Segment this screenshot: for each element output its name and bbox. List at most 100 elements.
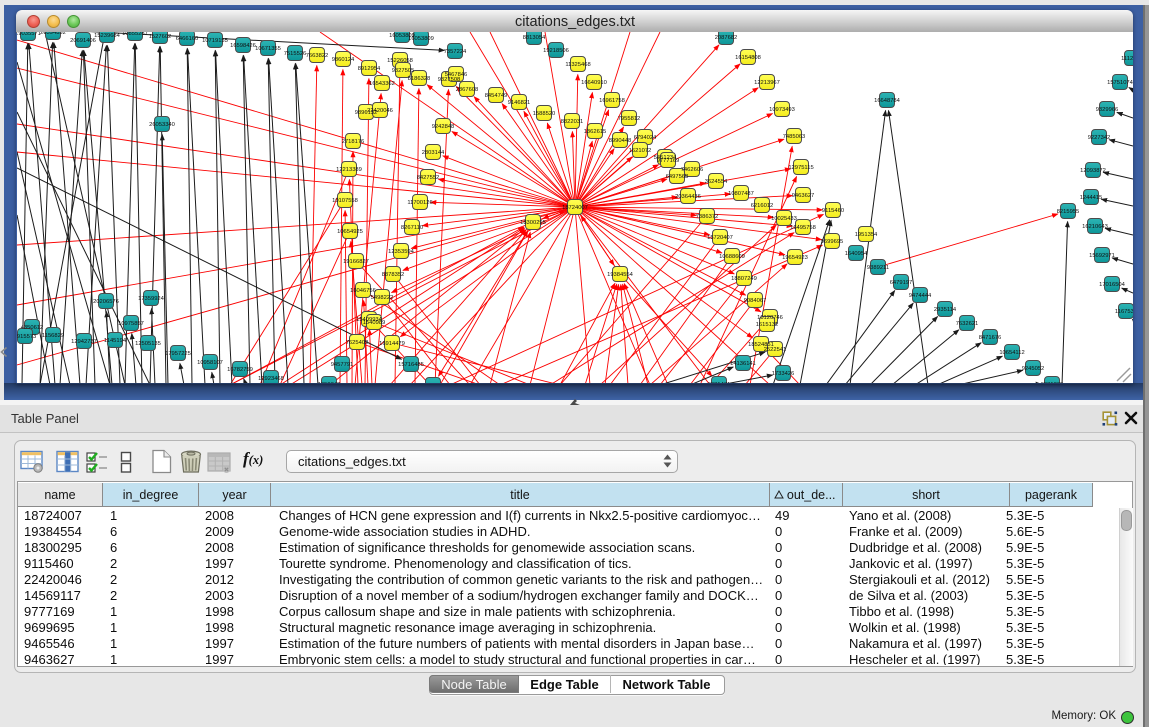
svg-text:7625402: 7625402 (346, 340, 369, 346)
svg-text:9860124: 9860124 (332, 57, 355, 63)
svg-text:9915573: 9915573 (17, 334, 36, 340)
svg-text:7462606: 7462606 (681, 167, 704, 173)
svg-text:8813054: 8813054 (523, 35, 546, 41)
svg-text:10025433: 10025433 (771, 216, 797, 222)
svg-text:10807487: 10807487 (728, 191, 754, 197)
svg-text:1640954: 1640954 (845, 251, 868, 257)
svg-text:7357224: 7357224 (444, 49, 467, 55)
svg-text:8878352: 8878352 (382, 272, 405, 278)
svg-text:12353594: 12353594 (388, 249, 415, 255)
svg-text:9031471: 9031471 (708, 382, 731, 383)
svg-text:4350612: 4350612 (21, 325, 44, 331)
svg-text:1244415: 1244415 (1080, 195, 1103, 201)
svg-text:8471676: 8471676 (979, 335, 1002, 341)
svg-text:7632621: 7632621 (956, 321, 979, 327)
svg-text:9463627: 9463627 (792, 193, 815, 199)
svg-text:1362615: 1362615 (584, 129, 607, 135)
svg-text:1733426: 1733426 (772, 371, 795, 377)
svg-text:7955812: 7955812 (618, 116, 641, 122)
svg-text:5467846: 5467846 (445, 72, 468, 78)
svg-text:10719155: 10719155 (202, 38, 228, 44)
svg-text:9474444: 9474444 (909, 293, 932, 299)
svg-text:12975115: 12975115 (788, 165, 813, 171)
svg-text:9227342: 9227342 (1088, 135, 1111, 141)
svg-text:26053340: 26053340 (149, 122, 175, 128)
svg-text:16210643: 16210643 (1082, 224, 1108, 230)
svg-text:9389211: 9389211 (867, 265, 889, 271)
svg-text:16154808: 16154808 (735, 55, 761, 61)
svg-text:8454749: 8454749 (485, 93, 508, 99)
svg-text:2935114: 2935114 (934, 307, 957, 313)
svg-text:19654923: 19654923 (782, 255, 808, 261)
svg-text:16961758: 16961758 (599, 98, 625, 104)
svg-text:1059342: 1059342 (318, 382, 341, 383)
svg-text:16543362: 16543362 (369, 81, 395, 87)
svg-text:10120746: 10120746 (757, 315, 783, 321)
svg-text:11325468: 11325468 (565, 62, 590, 68)
svg-text:9031362: 9031362 (1041, 382, 1064, 383)
svg-text:1156829: 1156829 (42, 333, 64, 339)
svg-text:19218506: 19218506 (543, 48, 569, 54)
svg-text:15226058: 15226058 (387, 58, 413, 64)
svg-text:22420046: 22420046 (367, 108, 393, 114)
svg-text:2718176: 2718176 (342, 139, 365, 145)
svg-text:9777169: 9777169 (657, 158, 680, 164)
svg-text:17359924: 17359924 (138, 296, 165, 302)
svg-text:18300295: 18300295 (520, 220, 546, 226)
svg-text:10654112: 10654112 (999, 350, 1024, 356)
svg-text:12923468: 12923468 (258, 376, 284, 382)
svg-text:16053809: 16053809 (408, 36, 434, 42)
svg-text:9329966: 9329966 (1096, 107, 1119, 113)
svg-text:6216012: 6216012 (751, 203, 774, 209)
svg-text:1527602: 1527602 (149, 34, 172, 40)
svg-text:12213967: 12213967 (754, 80, 780, 86)
svg-text:2087682: 2087682 (715, 35, 738, 41)
svg-text:18807249: 18807249 (731, 276, 757, 282)
svg-text:9699695: 9699695 (821, 239, 844, 245)
svg-text:9242848: 9242848 (432, 124, 455, 130)
svg-text:1615132: 1615132 (756, 322, 779, 328)
svg-text:7663822: 7663822 (306, 53, 329, 59)
svg-text:16914479: 16914479 (379, 341, 405, 347)
svg-text:10958107: 10958107 (197, 360, 223, 366)
svg-text:10107558: 10107558 (332, 198, 358, 204)
svg-text:20691406: 20691406 (70, 38, 96, 44)
svg-text:12213389: 12213389 (336, 167, 362, 173)
svg-text:14136141: 14136141 (730, 361, 756, 367)
svg-text:8215955: 8215955 (1057, 209, 1080, 215)
svg-text:1112458: 1112458 (1121, 56, 1133, 62)
svg-text:15239684: 15239684 (94, 33, 121, 39)
svg-text:15751074: 15751074 (1107, 80, 1133, 86)
svg-text:20364436: 20364436 (675, 194, 701, 200)
svg-text:17016504: 17016504 (1099, 282, 1126, 288)
svg-text:20206576: 20206576 (93, 299, 119, 305)
svg-text:9457791: 9457791 (331, 362, 354, 368)
svg-text:1540989: 1540989 (363, 320, 386, 326)
svg-text:19035571: 19035571 (17, 32, 41, 37)
svg-text:3624554: 3624554 (705, 179, 728, 185)
svg-text:1621072: 1621072 (629, 148, 652, 154)
svg-text:16495758: 16495758 (790, 225, 816, 231)
svg-text:8990448: 8990448 (609, 138, 632, 144)
svg-text:16782759: 16782759 (227, 367, 253, 373)
svg-text:12505135: 12505135 (135, 341, 161, 347)
svg-text:16046756: 16046756 (350, 288, 376, 294)
svg-text:17957225: 17957225 (165, 351, 191, 357)
svg-text:8912954: 8912954 (358, 66, 381, 72)
svg-text:10855287: 10855287 (122, 32, 148, 37)
svg-text:8186328: 8186328 (408, 76, 431, 82)
svg-text:7515526: 7515526 (284, 51, 307, 57)
svg-text:9327505: 9327505 (392, 68, 415, 74)
svg-text:9245052: 9245052 (1022, 366, 1045, 372)
svg-text:12093872: 12093872 (1080, 168, 1106, 174)
svg-text:10975857: 10975857 (118, 321, 144, 327)
svg-text:15720407: 15720407 (707, 235, 733, 241)
svg-text:19384554: 19384554 (607, 272, 634, 278)
svg-text:2867608: 2867608 (456, 87, 479, 93)
svg-text:9084067: 9084067 (744, 298, 767, 304)
svg-text:6794024: 6794024 (634, 135, 657, 141)
svg-text:7485063: 7485063 (783, 134, 806, 140)
svg-text:2522541: 2522541 (764, 347, 787, 353)
svg-text:18724007: 18724007 (562, 205, 588, 211)
svg-text:7386372: 7386372 (696, 214, 719, 220)
